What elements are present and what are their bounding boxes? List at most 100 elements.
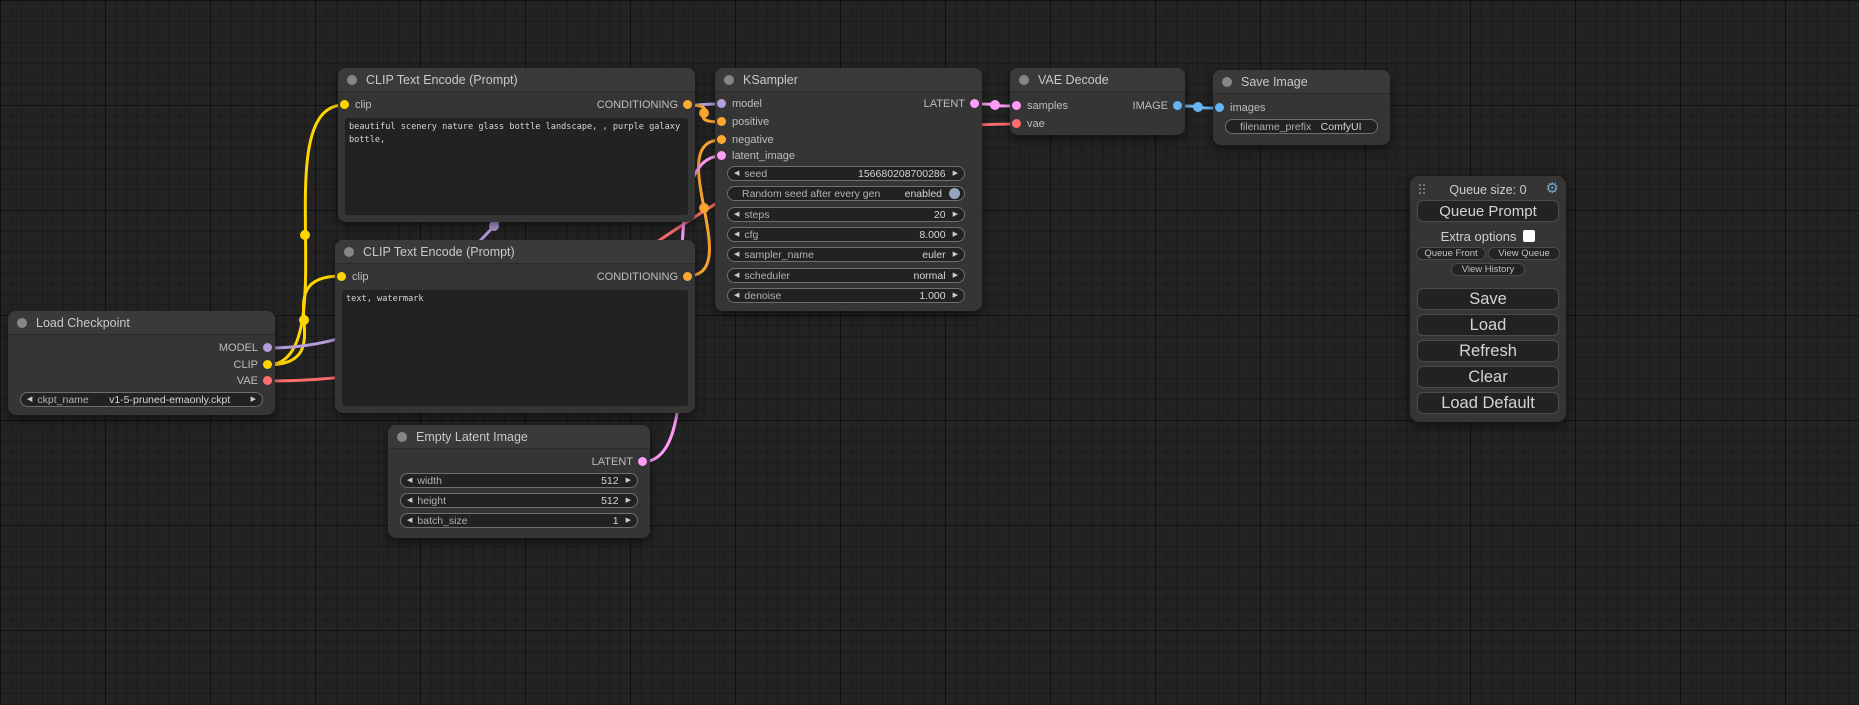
scheduler-widget[interactable]: ◀ scheduler normal ▶: [727, 268, 965, 283]
node-save-image[interactable]: Save Image images filename_prefix ComfyU…: [1213, 70, 1390, 145]
node-titlebar[interactable]: CLIP Text Encode (Prompt): [335, 240, 695, 264]
input-port-clip[interactable]: [340, 100, 349, 109]
node-titlebar[interactable]: Load Checkpoint: [8, 311, 275, 335]
sampler-name-widget[interactable]: ◀ sampler_name euler ▶: [727, 247, 965, 262]
input-port-samples[interactable]: [1012, 101, 1021, 110]
steps-widget[interactable]: ◀ steps 20 ▶: [727, 207, 965, 222]
widget-value: 20: [934, 209, 946, 221]
random-seed-toggle-widget[interactable]: Random seed after every gen enabled: [727, 186, 965, 201]
output-port-clip[interactable]: [263, 360, 272, 369]
output-port-image[interactable]: [1173, 101, 1182, 110]
node-title: KSampler: [743, 73, 798, 87]
collapse-dot-icon[interactable]: [1019, 75, 1029, 85]
comfyui-canvas[interactable]: { "colors": { "model": "#B39DDB", "clip"…: [0, 0, 1859, 705]
collapse-dot-icon[interactable]: [724, 75, 734, 85]
output-label-conditioning: CONDITIONING: [597, 99, 678, 111]
height-widget[interactable]: ◀ height 512 ▶: [400, 493, 638, 508]
view-history-button[interactable]: View History: [1451, 263, 1525, 276]
output-port-vae[interactable]: [263, 376, 272, 385]
input-label-latent-image: latent_image: [732, 150, 795, 162]
node-titlebar[interactable]: Empty Latent Image: [388, 425, 650, 449]
decrement-arrow-icon[interactable]: ◀: [407, 497, 412, 504]
load-button[interactable]: Load: [1417, 314, 1559, 336]
node-clip-text-encode-positive[interactable]: CLIP Text Encode (Prompt) clip CONDITION…: [338, 68, 695, 222]
node-clip-text-encode-negative[interactable]: CLIP Text Encode (Prompt) clip CONDITION…: [335, 240, 695, 413]
prompt-textarea[interactable]: beautiful scenery nature glass bottle la…: [345, 118, 688, 215]
decrement-arrow-icon[interactable]: ◀: [407, 517, 412, 524]
increment-arrow-icon[interactable]: ▶: [626, 477, 631, 484]
widget-value: enabled: [905, 188, 942, 200]
width-widget[interactable]: ◀ width 512 ▶: [400, 473, 638, 488]
decrement-arrow-icon[interactable]: ◀: [734, 272, 739, 279]
refresh-button[interactable]: Refresh: [1417, 340, 1559, 362]
input-port-positive[interactable]: [717, 117, 726, 126]
input-port-latent-image[interactable]: [717, 151, 726, 160]
decrement-arrow-icon[interactable]: ◀: [734, 170, 739, 177]
input-label-negative: negative: [732, 134, 774, 146]
input-port-clip[interactable]: [337, 272, 346, 281]
input-port-images[interactable]: [1215, 103, 1224, 112]
filename-prefix-widget[interactable]: filename_prefix ComfyUI: [1225, 119, 1378, 134]
input-port-model[interactable]: [717, 99, 726, 108]
increment-arrow-icon[interactable]: ▶: [953, 170, 958, 177]
decrement-arrow-icon[interactable]: ◀: [734, 251, 739, 258]
node-titlebar[interactable]: CLIP Text Encode (Prompt): [338, 68, 695, 92]
clear-button[interactable]: Clear: [1417, 366, 1559, 388]
increment-arrow-icon[interactable]: ▶: [251, 396, 256, 403]
output-port-latent[interactable]: [638, 457, 647, 466]
increment-arrow-icon[interactable]: ▶: [953, 292, 958, 299]
input-label-clip: clip: [355, 99, 372, 111]
node-vae-decode[interactable]: VAE Decode samples vae IMAGE: [1010, 68, 1185, 135]
queue-front-button[interactable]: Queue Front: [1416, 247, 1486, 260]
toggle-dot-icon[interactable]: [949, 188, 960, 199]
cfg-widget[interactable]: ◀ cfg 8.000 ▶: [727, 227, 965, 242]
queue-prompt-button[interactable]: Queue Prompt: [1417, 200, 1559, 222]
node-titlebar[interactable]: KSampler: [715, 68, 982, 92]
link-dot: [300, 230, 310, 240]
decrement-arrow-icon[interactable]: ◀: [27, 396, 32, 403]
collapse-dot-icon[interactable]: [397, 432, 407, 442]
widget-label: batch_size: [417, 515, 467, 527]
node-empty-latent-image[interactable]: Empty Latent Image LATENT ◀ width 512 ▶ …: [388, 425, 650, 538]
extra-options-checkbox[interactable]: [1523, 230, 1535, 242]
widget-label: denoise: [744, 290, 781, 302]
decrement-arrow-icon[interactable]: ◀: [407, 477, 412, 484]
output-port-latent[interactable]: [970, 99, 979, 108]
view-queue-button[interactable]: View Queue: [1488, 247, 1560, 260]
output-port-model[interactable]: [263, 343, 272, 352]
node-ksampler[interactable]: KSampler model positive negative latent_…: [715, 68, 982, 311]
node-title: Empty Latent Image: [416, 430, 528, 444]
input-port-vae[interactable]: [1012, 119, 1021, 128]
widget-value: 1: [613, 515, 619, 527]
collapse-dot-icon[interactable]: [17, 318, 27, 328]
decrement-arrow-icon[interactable]: ◀: [734, 231, 739, 238]
load-default-button[interactable]: Load Default: [1417, 392, 1559, 414]
batch-size-widget[interactable]: ◀ batch_size 1 ▶: [400, 513, 638, 528]
collapse-dot-icon[interactable]: [344, 247, 354, 257]
prompt-textarea[interactable]: text, watermark: [342, 290, 688, 406]
save-button[interactable]: Save: [1417, 288, 1559, 310]
increment-arrow-icon[interactable]: ▶: [953, 272, 958, 279]
node-titlebar[interactable]: Save Image: [1213, 70, 1390, 94]
collapse-dot-icon[interactable]: [347, 75, 357, 85]
collapse-dot-icon[interactable]: [1222, 77, 1232, 87]
output-port-conditioning[interactable]: [683, 100, 692, 109]
gear-icon[interactable]: ⚙: [1546, 179, 1559, 197]
decrement-arrow-icon[interactable]: ◀: [734, 211, 739, 218]
input-port-negative[interactable]: [717, 135, 726, 144]
increment-arrow-icon[interactable]: ▶: [953, 251, 958, 258]
seed-widget[interactable]: ◀ seed 156680208700286 ▶: [727, 166, 965, 181]
input-label-positive: positive: [732, 116, 769, 128]
increment-arrow-icon[interactable]: ▶: [953, 211, 958, 218]
link-dot: [699, 108, 709, 118]
node-title: VAE Decode: [1038, 73, 1109, 87]
node-load-checkpoint[interactable]: Load Checkpoint MODEL CLIP VAE ◀ ckpt_na…: [8, 311, 275, 415]
decrement-arrow-icon[interactable]: ◀: [734, 292, 739, 299]
node-titlebar[interactable]: VAE Decode: [1010, 68, 1185, 92]
increment-arrow-icon[interactable]: ▶: [626, 517, 631, 524]
denoise-widget[interactable]: ◀ denoise 1.000 ▶: [727, 288, 965, 303]
output-port-conditioning[interactable]: [683, 272, 692, 281]
increment-arrow-icon[interactable]: ▶: [626, 497, 631, 504]
increment-arrow-icon[interactable]: ▶: [953, 231, 958, 238]
ckpt-name-widget[interactable]: ◀ ckpt_name v1-5-pruned-emaonly.ckpt ▶: [20, 392, 263, 407]
